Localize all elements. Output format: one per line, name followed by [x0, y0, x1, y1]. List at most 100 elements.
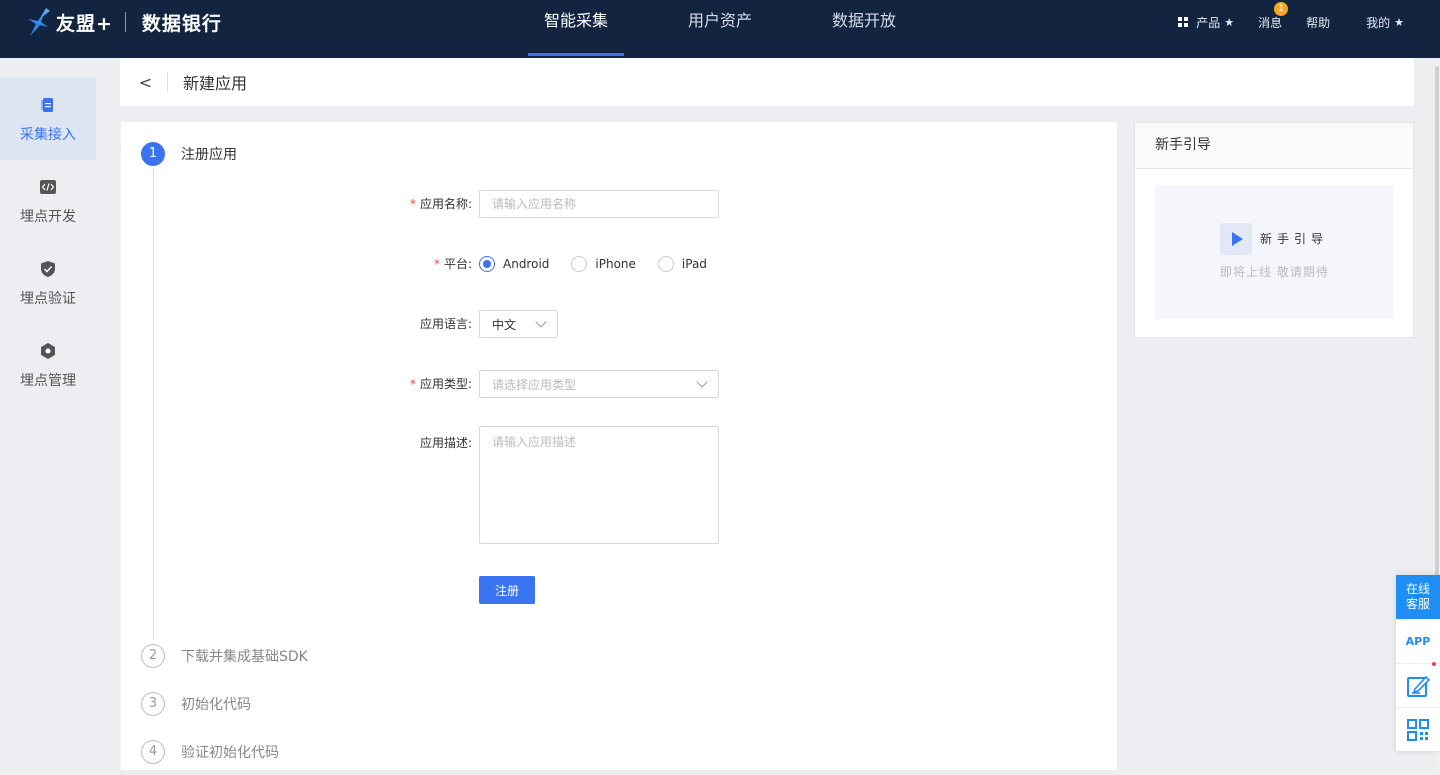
star-icon: ★: [1394, 15, 1404, 29]
guide-video-placeholder[interactable]: 新手引导 即将上线 敬请期待: [1155, 185, 1393, 319]
logo-divider: [124, 12, 126, 32]
step-title: 验证初始化代码: [181, 745, 279, 761]
step-init-code: 3 初始化代码: [141, 692, 251, 716]
platform-label-text: 平台:: [443, 257, 472, 271]
step-register-app: 1 注册应用: [141, 142, 237, 166]
star-icon: ★: [1224, 15, 1235, 29]
messages-link[interactable]: 消息 1: [1258, 1, 1289, 31]
language-label: 应用语言:: [419, 317, 472, 331]
help-link[interactable]: 帮助: [1306, 14, 1330, 31]
sidebar-item-tracking-dev[interactable]: 埋点开发: [0, 160, 96, 242]
back-button[interactable]: <: [124, 72, 168, 92]
qr-code-icon: [1407, 718, 1429, 741]
step-verify-init: 4 验证初始化代码: [141, 740, 279, 764]
form-row-platform: * 平台: Android iPhone iPad: [121, 250, 821, 278]
floating-toolbar: 在线客服 APP: [1396, 575, 1440, 751]
sidebar-item-tracking-manage[interactable]: 埋点管理: [0, 324, 96, 406]
radio-iphone[interactable]: iPhone: [571, 256, 636, 272]
app-type-placeholder: 请选择应用类型: [492, 377, 577, 392]
scrollbar-thumb[interactable]: [1435, 66, 1439, 586]
beginner-guide-card: 新手引导 新手引导 即将上线 敬请期待: [1134, 122, 1414, 338]
step-number: 1: [141, 142, 165, 166]
grid-icon: [1178, 17, 1189, 27]
notification-dot: [1432, 662, 1436, 666]
chevron-down-icon: [696, 376, 708, 388]
step-title: 初始化代码: [181, 697, 251, 713]
step-number: 4: [141, 740, 165, 764]
sidebar-item-collect-access[interactable]: 采集接入: [0, 78, 96, 160]
top-navigation-bar: 友盟+ 数据银行 智能采集 用户资产 数据开放 产品 ★ 消息 1 帮助 我的 …: [0, 0, 1440, 58]
nav-user-assets[interactable]: 用户资产: [672, 0, 768, 58]
app-name-label-text: 应用名称:: [419, 197, 472, 211]
sidebar-item-tracking-verify[interactable]: 埋点验证: [0, 242, 96, 324]
sidebar-item-label: 采集接入: [20, 127, 76, 143]
description-label: 应用描述:: [419, 436, 472, 450]
message-count-badge: 1: [1274, 1, 1289, 16]
messages-label: 消息: [1258, 15, 1283, 30]
sidebar-item-label: 埋点验证: [20, 291, 76, 307]
sidebar: 采集接入 埋点开发 埋点验证 埋点管理: [0, 58, 96, 775]
feedback-button[interactable]: [1396, 662, 1440, 707]
required-mark: *: [409, 197, 416, 211]
register-button[interactable]: 注册: [479, 576, 535, 604]
app-type-select[interactable]: 请选择应用类型: [479, 370, 719, 398]
radio-label: Android: [503, 257, 550, 271]
radio-circle: [479, 256, 495, 272]
platform-label: * 平台:: [121, 250, 479, 278]
page-header: < 新建应用: [120, 58, 1414, 106]
products-menu[interactable]: 产品 ★: [1178, 14, 1234, 31]
step-title: 下载并集成基础SDK: [181, 649, 308, 665]
steps-card: 1 注册应用 *应用名称: *平台: Android iPhone iPad 应…: [121, 122, 1117, 770]
step-number: 2: [141, 644, 165, 668]
guide-subtitle: 即将上线 敬请期待: [1220, 265, 1329, 279]
chevron-down-icon: [535, 316, 547, 328]
guide-header: 新手引导: [1135, 123, 1413, 169]
logo[interactable]: 友盟+ 数据银行: [24, 6, 222, 38]
settings-hex-icon: [41, 343, 55, 359]
bird-logo-icon: [28, 8, 50, 36]
form-row-submit: 注册: [121, 576, 821, 604]
app-name-label: * 应用名称:: [121, 190, 479, 218]
shield-check-icon: [41, 261, 55, 277]
app-name-input[interactable]: [479, 190, 719, 218]
qr-code-button[interactable]: [1396, 707, 1440, 751]
code-icon: [40, 180, 56, 194]
main-nav: 智能采集 用户资产 数据开放: [528, 0, 960, 58]
brand-name: 友盟+: [56, 12, 113, 35]
mine-label: 我的: [1366, 15, 1391, 30]
mine-menu[interactable]: 我的 ★: [1366, 14, 1404, 31]
edit-note-icon: [1407, 675, 1430, 697]
page-title: 新建应用: [183, 74, 248, 93]
description-textarea[interactable]: [479, 426, 719, 544]
required-mark: *: [409, 377, 416, 391]
radio-circle: [657, 256, 674, 272]
document-icon: [41, 98, 53, 112]
radio-label: iPhone: [595, 257, 636, 271]
required-mark: *: [433, 257, 440, 271]
form-row-description: 应用描述:: [121, 426, 821, 544]
products-label: 产品: [1196, 15, 1221, 30]
help-label: 帮助: [1306, 15, 1331, 30]
sidebar-item-label: 埋点开发: [20, 209, 76, 225]
platform-radio-group: Android iPhone iPad: [479, 250, 729, 278]
app-type-label: * 应用类型:: [121, 370, 479, 398]
form-row-app-name: * 应用名称:: [121, 190, 821, 218]
language-select[interactable]: 中文: [479, 310, 558, 338]
nav-data-open[interactable]: 数据开放: [816, 0, 912, 58]
form-row-app-type: * 应用类型: 请选择应用类型: [121, 370, 821, 398]
sidebar-item-label: 埋点管理: [20, 373, 76, 389]
online-service-button[interactable]: 在线客服: [1396, 575, 1440, 619]
step-connector-line: [153, 168, 154, 640]
play-icon: [1220, 223, 1252, 255]
radio-ipad[interactable]: iPad: [657, 256, 707, 272]
app-label: APP: [1405, 635, 1431, 648]
radio-android[interactable]: Android: [479, 256, 549, 272]
step-download-sdk: 2 下载并集成基础SDK: [141, 644, 308, 668]
form-row-language: 应用语言: 中文: [121, 310, 821, 338]
step-title: 注册应用: [181, 147, 237, 163]
app-type-label-text: 应用类型:: [419, 377, 472, 391]
nav-smart-collect[interactable]: 智能采集: [528, 0, 625, 58]
app-download-button[interactable]: APP: [1396, 619, 1440, 663]
product-name: 数据银行: [141, 12, 222, 35]
step-number: 3: [141, 692, 165, 716]
